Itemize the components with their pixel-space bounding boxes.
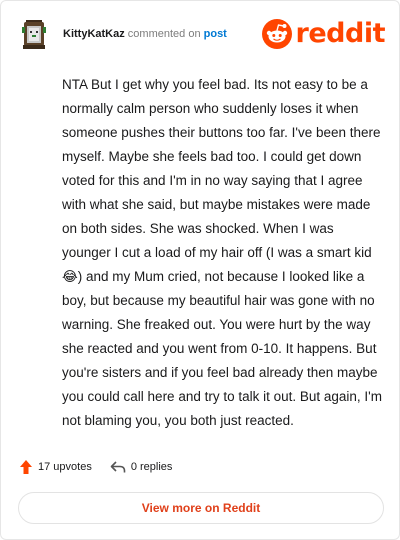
username-link[interactable]: KittyKatKaz: [63, 28, 125, 40]
comment-header: KittyKatKaz commented on post reddit: [1, 1, 400, 65]
reddit-logo[interactable]: reddit: [261, 18, 386, 49]
upvote-button[interactable]: 17 upvotes: [19, 459, 92, 475]
reply-button[interactable]: 0 replies: [110, 460, 173, 474]
upvote-arrow-icon: [20, 460, 32, 474]
reddit-wordmark: reddit: [295, 18, 386, 49]
reddit-snoo-icon: [261, 19, 292, 49]
commented-on-text: commented on: [127, 28, 201, 40]
user-avatar-icon[interactable]: [21, 17, 47, 51]
comment-body: NTA But I get why you feel bad. Its not …: [62, 77, 382, 428]
post-link[interactable]: post: [204, 28, 227, 40]
comment-byline: KittyKatKaz commented on post: [63, 27, 227, 41]
view-more-button[interactable]: View more on Reddit: [18, 492, 384, 524]
comment-actions: 17 upvotes 0 replies: [19, 457, 172, 477]
reply-count: 0 replies: [130, 461, 173, 473]
embedded-comment-card: KittyKatKaz commented on post reddit NTA…: [0, 0, 400, 540]
reply-arrow-icon: [110, 461, 126, 473]
upvote-count: 17 upvotes: [38, 461, 92, 473]
